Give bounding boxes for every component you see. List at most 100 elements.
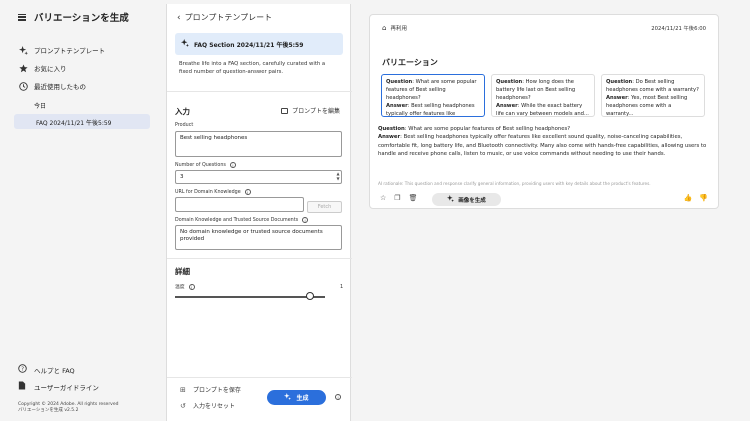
recent-item-label[interactable]: FAQ 2024/11/21 午後5:59 — [36, 118, 112, 127]
divider — [167, 91, 352, 92]
sidebar-item-label: プロンプトテンプレート — [34, 47, 106, 55]
answer-text: Best selling headphones typically offer … — [378, 134, 707, 158]
quantity-stepper[interactable]: ▲ ▼ — [334, 171, 342, 181]
home-icon: ⌂ — [382, 24, 387, 32]
question-label: Question — [386, 79, 413, 85]
temperature-slider-thumb[interactable] — [306, 292, 314, 300]
edit-prompt-button[interactable]: プロンプトを編集 — [281, 106, 340, 115]
copyright: Copyright © 2024 Adobe. All rights reser… — [18, 402, 118, 414]
back-to-templates[interactable]: ‹ プロンプトテンプレート — [177, 12, 272, 23]
product-label: Product — [175, 123, 193, 128]
reset-input-button[interactable]: ↺ 入力をリセット — [180, 401, 236, 411]
template-description: Breathe life into a FAQ section, careful… — [179, 61, 326, 75]
result-timestamp: 2024/11/21 午後6:00 — [651, 26, 706, 32]
hamburger-menu-icon[interactable] — [18, 13, 26, 21]
thumbs-up-icon[interactable]: 👍 — [684, 194, 693, 202]
copy-icon[interactable]: ❐ — [394, 194, 400, 202]
answer-label: Answer — [496, 103, 518, 109]
fetch-button[interactable]: Fetch — [307, 201, 342, 213]
save-prompt-label: プロンプトを保存 — [193, 387, 241, 394]
chevron-left-icon: ‹ — [177, 12, 181, 23]
question-text: What are some popular features of Best s… — [408, 126, 571, 132]
recent-group-label: 今日 — [34, 103, 47, 110]
sidebar-item-recent[interactable]: 最近使用したもの — [18, 81, 86, 91]
result-panel: ⌂ 再利用 2024/11/21 午後6:00 バリエーション Question… — [352, 4, 750, 421]
docs-label: Domain Knowledge and Trusted Source Docu… — [175, 217, 309, 223]
sparkle-icon — [18, 45, 28, 55]
thumbs-down-icon[interactable]: 👎 — [699, 194, 708, 202]
reuse-button[interactable]: ⌂ 再利用 — [382, 24, 407, 32]
info-icon[interactable]: i — [229, 162, 236, 168]
generate-image-button[interactable]: 画像を生成 — [432, 193, 501, 206]
result-actions: ☆ ❐ 🗑 — [380, 194, 425, 202]
info-icon[interactable]: i — [244, 189, 251, 195]
temperature-max: 1 — [340, 284, 344, 290]
question-label: Question — [606, 79, 633, 85]
url-input[interactable] — [175, 197, 304, 212]
answer-label: Answer — [378, 134, 401, 141]
info-icon[interactable]: i — [302, 217, 309, 223]
divider — [167, 258, 352, 259]
question-label: Question — [496, 79, 523, 85]
generate-image-label: 画像を生成 — [458, 197, 486, 204]
url-label-text: URL for Domain Knowledge — [175, 189, 241, 195]
app-header: バリエーションを生成 — [18, 10, 129, 24]
variations-heading: バリエーション — [382, 58, 438, 67]
star-icon[interactable]: ☆ — [380, 194, 386, 202]
help-faq-link[interactable]: ? ヘルプと FAQ — [18, 364, 75, 375]
plus-square-icon: ⊞ — [180, 385, 186, 394]
sidebar-item-prompt-templates[interactable]: プロンプトテンプレート — [18, 45, 105, 55]
divider — [167, 377, 352, 378]
version-line: バリエーションを生成 v2.5.2 — [18, 408, 79, 413]
back-label: プロンプトテンプレート — [184, 13, 273, 22]
info-icon[interactable]: i — [335, 394, 341, 400]
answer-label: Answer — [386, 103, 408, 109]
template-title: FAQ Section 2024/11/21 午後5:59 — [194, 41, 304, 49]
generate-button[interactable]: 生成 — [267, 390, 326, 405]
num-questions-input[interactable]: 3 — [175, 170, 342, 184]
num-questions-label-text: Number of Questions — [175, 162, 226, 168]
help-icon: ? — [18, 364, 28, 375]
reset-icon: ↺ — [180, 401, 186, 410]
document-icon — [18, 381, 28, 392]
trash-icon[interactable]: 🗑 — [409, 194, 418, 202]
generate-label: 生成 — [296, 395, 309, 402]
sparkle-icon — [284, 393, 292, 402]
product-input[interactable]: Best selling headphones — [175, 131, 342, 157]
details-heading: 詳細 — [175, 267, 190, 276]
answer-label: Answer — [606, 95, 628, 101]
input-heading: 入力 — [175, 107, 190, 116]
template-card: FAQ Section 2024/11/21 午後5:59 — [175, 33, 343, 55]
info-icon[interactable]: i — [188, 283, 195, 290]
temperature-slider-track[interactable] — [175, 296, 325, 298]
variation-card[interactable]: Question: Do Best selling headphones com… — [601, 74, 705, 117]
user-guidelines-link[interactable]: ユーザーガイドライン — [18, 381, 99, 392]
prompt-panel: ‹ プロンプトテンプレート FAQ Section 2024/11/21 午後5… — [166, 4, 352, 421]
num-questions-label: Number of Questions i — [175, 162, 236, 168]
sidebar-item-label: 最近使用したもの — [34, 83, 86, 91]
docs-input[interactable]: No domain knowledge or trusted source do… — [175, 225, 342, 250]
clock-icon — [18, 81, 28, 91]
temperature-label-text: 温度 — [175, 285, 185, 290]
save-prompt-button[interactable]: ⊞ プロンプトを保存 — [180, 385, 241, 395]
chevron-down-icon[interactable]: ▼ — [336, 176, 339, 181]
feedback-buttons: 👍 👎 — [684, 194, 708, 202]
edit-prompt-label: プロンプトを編集 — [292, 108, 340, 115]
temperature-label: 温度 i — [175, 283, 195, 290]
reset-label: 入力をリセット — [193, 403, 236, 410]
sparkle-icon — [181, 39, 189, 49]
svg-text:?: ? — [21, 366, 24, 372]
product-label-text: Product — [175, 123, 194, 128]
url-label: URL for Domain Knowledge i — [175, 189, 251, 195]
help-faq-label: ヘルプと FAQ — [34, 366, 75, 375]
user-guidelines-label: ユーザーガイドライン — [34, 383, 99, 392]
sidebar-item-favorites[interactable]: お気に入り — [18, 63, 67, 73]
sidebar: バリエーションを生成 プロンプトテンプレート お気に入り 最近使用したもの 今日… — [0, 0, 166, 421]
docs-label-text: Domain Knowledge and Trusted Source Docu… — [175, 217, 299, 223]
question-label: Question — [378, 126, 405, 132]
reuse-label: 再利用 — [390, 26, 407, 32]
variation-card[interactable]: Question: What are some popular features… — [381, 74, 485, 117]
app-title: バリエーションを生成 — [34, 13, 129, 24]
variation-card[interactable]: Question: How long does the battery life… — [491, 74, 595, 117]
sidebar-item-label: お気に入り — [34, 65, 67, 73]
